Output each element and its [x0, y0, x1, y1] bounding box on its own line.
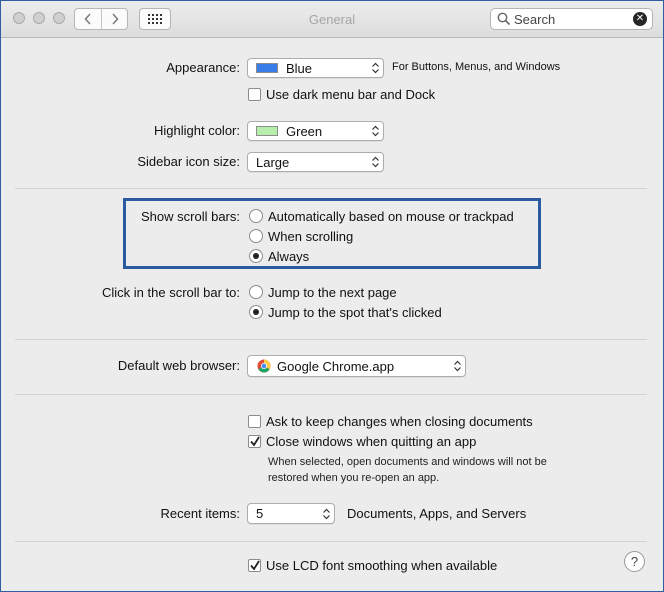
recent-items-value: 5 — [256, 506, 264, 521]
appearance-note: For Buttons, Menus, and Windows — [392, 61, 561, 73]
jump-to-spot-label: Jump to the spot that's clicked — [268, 305, 442, 320]
preferences-window: General Search ✕ Appearance: Blue For Bu… — [0, 0, 664, 592]
appearance-value: Blue — [286, 61, 313, 76]
recent-items-suffix: Documents, Apps, and Servers — [347, 506, 527, 521]
browser-value: Google Chrome.app — [277, 359, 395, 374]
jump-to-spot-radio[interactable] — [249, 305, 263, 319]
click-scroll-label: Click in the scroll bar to: — [102, 285, 240, 300]
scroll-bars-always-radio[interactable] — [249, 249, 263, 263]
browser-popup[interactable]: Google Chrome.app — [247, 355, 466, 377]
appearance-popup[interactable]: Blue — [247, 58, 384, 78]
sidebar-icon-size-popup[interactable]: Large — [247, 152, 384, 172]
dark-menu-checkbox[interactable] — [248, 88, 261, 101]
lcd-smoothing-label: Use LCD font smoothing when available — [266, 558, 498, 573]
chrome-icon — [257, 359, 271, 373]
highlight-swatch — [256, 126, 278, 136]
divider — [15, 394, 647, 395]
scroll-bars-label: Show scroll bars: — [141, 209, 240, 224]
scroll-bars-when-scrolling-radio[interactable] — [249, 229, 263, 243]
ask-keep-changes-label: Ask to keep changes when closing documen… — [266, 414, 533, 429]
browser-label: Default web browser: — [117, 358, 240, 373]
appearance-label: Appearance: — [166, 60, 240, 75]
jump-next-page-label: Jump to the next page — [268, 285, 397, 300]
highlight-value: Green — [286, 124, 323, 139]
recent-items-popup[interactable]: 5 — [247, 503, 335, 524]
popup-arrows-icon — [323, 508, 330, 520]
close-windows-note-line-2: restored when you re-open an app. — [268, 472, 440, 484]
title-bar: General Search ✕ — [1, 1, 663, 38]
popup-arrows-icon — [372, 62, 379, 74]
popup-arrows-icon — [372, 125, 379, 137]
help-button[interactable]: ? — [624, 551, 645, 572]
scroll-bars-when-scrolling-label: When scrolling — [268, 229, 354, 244]
checkmark-icon — [250, 436, 260, 447]
close-windows-checkbox[interactable] — [248, 435, 261, 448]
recent-items-label: Recent items: — [160, 506, 240, 521]
search-placeholder: Search — [514, 12, 556, 27]
scroll-bars-auto-label: Automatically based on mouse or trackpad — [268, 209, 514, 224]
highlight-popup[interactable]: Green — [247, 121, 384, 141]
appearance-swatch — [256, 63, 278, 73]
sidebar-icon-size-label: Sidebar icon size: — [137, 154, 240, 169]
popup-arrows-icon — [454, 360, 461, 372]
search-field[interactable]: Search ✕ — [490, 8, 653, 30]
divider — [15, 339, 647, 340]
highlight-label: Highlight color: — [154, 123, 240, 138]
lcd-smoothing-checkbox[interactable] — [248, 559, 261, 572]
scroll-bars-always-label: Always — [268, 249, 310, 264]
popup-arrows-icon — [372, 156, 379, 168]
sidebar-icon-size-value: Large — [256, 155, 290, 170]
close-windows-note-line-1: When selected, open documents and window… — [268, 456, 547, 468]
checkmark-icon — [250, 560, 260, 571]
dark-menu-label: Use dark menu bar and Dock — [266, 87, 436, 102]
scroll-bars-auto-radio[interactable] — [249, 209, 263, 223]
search-icon — [497, 12, 511, 26]
ask-keep-changes-checkbox[interactable] — [248, 415, 261, 428]
divider — [15, 188, 647, 189]
jump-next-page-radio[interactable] — [249, 285, 263, 299]
clear-search-icon[interactable]: ✕ — [633, 12, 647, 26]
divider — [15, 541, 647, 542]
close-windows-label: Close windows when quitting an app — [266, 434, 477, 449]
